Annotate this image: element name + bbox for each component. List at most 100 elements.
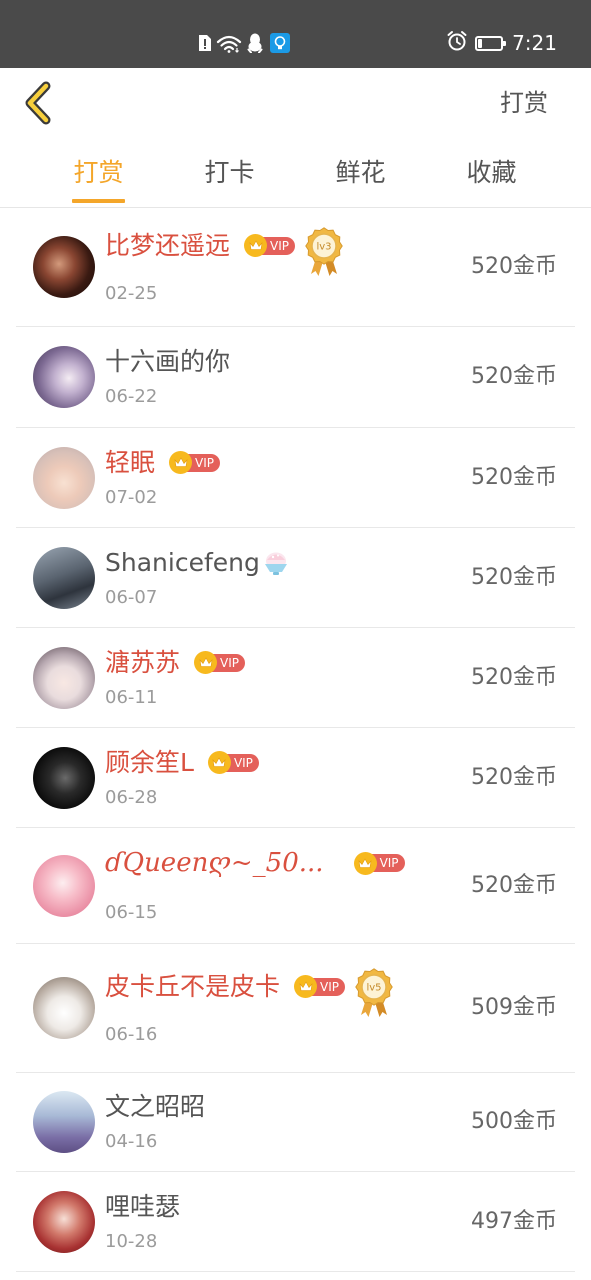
avatar[interactable] (33, 746, 95, 809)
status-time: 7:21 (512, 31, 557, 55)
reward-date: 07-02 (105, 486, 158, 508)
reward-info: ɗQueenღ~_50... VIP 06-15 (105, 847, 471, 924)
reward-info: 顾余笙L VIP 06-28 (105, 747, 471, 809)
app-notification-icon (270, 33, 290, 53)
name-line: Shanicefeng (105, 547, 471, 579)
reward-row[interactable]: 文之昭昭 04-16 500金币 (16, 1073, 575, 1172)
chevron-left-icon (22, 81, 54, 129)
crown-icon (207, 751, 231, 774)
name-line: ɗQueenღ~_50... VIP (105, 847, 471, 879)
reward-row[interactable]: 顾余笙L VIP 06-28 520金币 (16, 728, 575, 828)
reward-amount: 520金币 (471, 464, 557, 490)
tab-label: 打卡 (204, 158, 255, 187)
user-name: 皮卡丘不是皮卡 (105, 971, 281, 1001)
reward-amount: 520金币 (471, 872, 557, 898)
name-line: 溏苏苏 VIP (105, 647, 471, 679)
crown-icon (194, 651, 218, 674)
reward-amount: 500金币 (471, 1109, 557, 1134)
reward-date: 06-22 (105, 386, 158, 407)
page-title: 打赏 (500, 89, 548, 117)
reward-date: 02-25 (105, 282, 158, 304)
reward-amount: 520金币 (471, 254, 557, 279)
user-name: 顾余笙L (105, 747, 194, 777)
name-line: 皮卡丘不是皮卡 VIP lv5 (105, 967, 471, 1017)
reward-date: 06-28 (105, 786, 158, 808)
sim-alert-icon (197, 34, 213, 52)
status-icons-right: 7:21 (446, 31, 557, 55)
avatar[interactable] (33, 1091, 95, 1153)
tab-reward[interactable]: 打赏 (33, 140, 164, 207)
status-bar: 7:21 (0, 0, 591, 68)
reward-amount: 520金币 (471, 664, 557, 690)
tab-label: 打赏 (73, 158, 124, 187)
reward-date: 04-16 (105, 1131, 158, 1152)
reward-row[interactable]: ɗQueenღ~_50... VIP 06-15 520金币 (16, 828, 575, 944)
reward-row[interactable]: 哩哇瑟 10-28 497金币 (16, 1172, 575, 1272)
crown-icon (244, 234, 268, 257)
avatar[interactable] (33, 646, 95, 709)
avatar[interactable] (33, 346, 95, 408)
reward-date: 06-11 (105, 686, 158, 708)
reward-date: 06-07 (105, 586, 158, 608)
avatar[interactable] (33, 1190, 95, 1253)
name-line: 十六画的你 (105, 346, 471, 378)
reward-info: 哩哇瑟 10-28 (105, 1191, 471, 1253)
user-name: 文之昭昭 (105, 1092, 206, 1121)
user-name: ɗQueenღ~_50... (105, 848, 324, 878)
reward-info: 溏苏苏 VIP 06-11 (105, 647, 471, 709)
name-line: 顾余笙L VIP (105, 747, 471, 779)
avatar[interactable] (33, 446, 95, 509)
back-button[interactable] (22, 81, 54, 125)
vip-badge: VIP (244, 234, 295, 257)
reward-row[interactable]: 皮卡丘不是皮卡 VIP lv5 06-16 509金币 (16, 944, 575, 1073)
reward-row[interactable]: 溏苏苏 VIP 06-11 520金币 (16, 628, 575, 728)
reward-amount: 520金币 (471, 764, 557, 790)
user-name: 轻眠 (105, 447, 156, 477)
wifi-icon (216, 33, 242, 53)
reward-amount: 520金币 (471, 364, 557, 389)
reward-date: 06-15 (105, 902, 158, 923)
medal-level-label: lv5 (366, 982, 381, 993)
vip-badge: VIP (294, 975, 345, 998)
tab-flowers[interactable]: 鲜花 (295, 140, 426, 207)
reward-list: 比梦还遥远 VIP lv3 02-25 520金币 十六画的你 06-22 520金币 轻眠 VI… (0, 208, 591, 1272)
vip-badge: VIP (353, 851, 405, 875)
avatar[interactable] (33, 546, 95, 609)
name-line: 哩哇瑟 (105, 1191, 471, 1223)
user-name: Shanicefeng (105, 547, 260, 577)
medal-level-label: lv3 (316, 241, 331, 252)
crown-icon (294, 975, 318, 998)
tab-check-in[interactable]: 打卡 (164, 140, 295, 207)
reward-row[interactable]: 比梦还遥远 VIP lv3 02-25 520金币 (16, 208, 575, 327)
user-name: 哩哇瑟 (105, 1191, 181, 1221)
tab-bar: 打赏 打卡 鲜花 收藏 (33, 140, 557, 207)
user-name: 十六画的你 (105, 347, 231, 376)
tab-label: 鲜花 (335, 158, 386, 187)
vip-badge: VIP (207, 751, 259, 774)
reward-amount: 509金币 (471, 995, 557, 1020)
reward-date: 06-16 (105, 1023, 158, 1045)
reward-date: 10-28 (105, 1230, 158, 1252)
tab-favorites[interactable]: 收藏 (426, 140, 557, 207)
reward-row[interactable]: 轻眠 VIP 07-02 520金币 (16, 428, 575, 528)
qq-icon (247, 33, 263, 53)
battery-icon (475, 35, 507, 51)
name-line: 轻眠 VIP (105, 447, 471, 479)
tab-label: 收藏 (466, 158, 517, 187)
reward-info: 轻眠 VIP 07-02 (105, 447, 471, 509)
vip-badge: VIP (194, 651, 245, 674)
user-name: 溏苏苏 (105, 647, 181, 677)
reward-info: 十六画的你 06-22 (105, 346, 471, 408)
user-name: 比梦还遥远 (105, 230, 231, 260)
crown-icon (169, 451, 193, 474)
reward-info: 文之昭昭 04-16 (105, 1091, 471, 1153)
reward-row[interactable]: 十六画的你 06-22 520金币 (16, 327, 575, 428)
reward-row[interactable]: Shanicefeng 06-07 520金币 (16, 528, 575, 628)
avatar[interactable] (33, 854, 95, 917)
crown-icon (353, 851, 377, 875)
avatar[interactable] (33, 977, 95, 1039)
alarm-icon (446, 30, 468, 56)
reward-info: Shanicefeng 06-07 (105, 547, 471, 609)
level-medal-icon: lv5 (355, 967, 393, 1017)
avatar[interactable] (33, 236, 95, 298)
